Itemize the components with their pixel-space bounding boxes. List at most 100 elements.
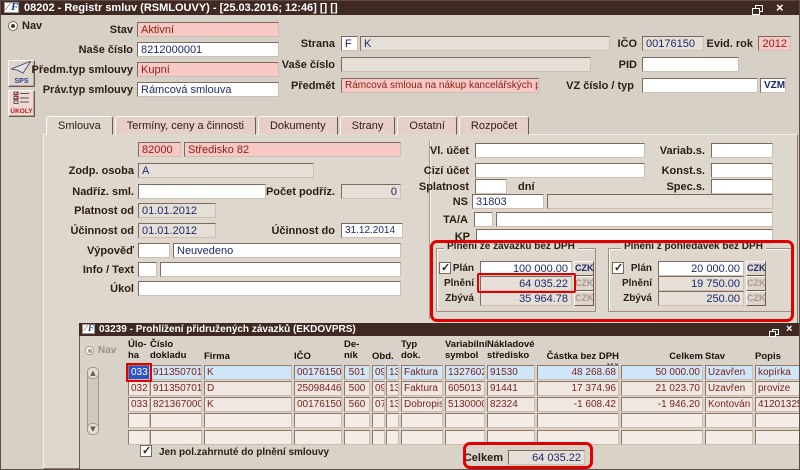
- tab-strany[interactable]: Strany: [340, 116, 396, 135]
- cell-popis[interactable]: 4120132536: [755, 397, 800, 412]
- celkem-total-field[interactable]: 64 035.22: [508, 450, 585, 465]
- cell-ns[interactable]: [487, 430, 535, 445]
- cell-uloha[interactable]: 033: [128, 397, 150, 412]
- restore-icon[interactable]: [752, 3, 764, 21]
- cell-cislo[interactable]: 9113507014: [150, 381, 202, 396]
- cell-obd2[interactable]: 13: [386, 365, 399, 380]
- tab-ostatni[interactable]: Ostatní: [397, 116, 456, 135]
- cizi-ucet-field[interactable]: [475, 163, 645, 178]
- tab-rozpocet[interactable]: Rozpočet: [459, 116, 529, 135]
- ns-code-field[interactable]: 31803: [472, 194, 544, 209]
- zodpovida-ns-code-field[interactable]: 82000: [138, 142, 181, 157]
- pocet-podriz-field[interactable]: 0: [341, 184, 401, 199]
- platnost-od-field[interactable]: 01.01.2012: [138, 203, 216, 218]
- predm-typ-field[interactable]: Kupní: [137, 62, 279, 77]
- evid-rok-field[interactable]: 2012: [758, 36, 791, 51]
- zodpovida-ns-name-field[interactable]: Středisko 82: [184, 142, 401, 157]
- scroll-down-icon[interactable]: ▼: [87, 423, 99, 435]
- jen-pol-checkbox[interactable]: ✓: [140, 445, 152, 457]
- subwindow-restore-icon[interactable]: [769, 325, 779, 343]
- subwindow-close-icon[interactable]: ×: [786, 323, 792, 335]
- cell-firma[interactable]: K: [204, 397, 292, 412]
- nase-cislo-field[interactable]: 8212000001: [137, 42, 279, 57]
- cell-stav[interactable]: Uzavřen: [705, 365, 753, 380]
- cell-celkem[interactable]: [621, 430, 703, 445]
- cell-denik[interactable]: 501: [344, 365, 370, 380]
- prav-typ-field[interactable]: Rámcová smlouva: [137, 82, 279, 97]
- subwindow-nav-radio[interactable]: [85, 346, 94, 355]
- plan-pohledavky-currency[interactable]: CZK: [746, 261, 766, 276]
- cell-firma[interactable]: D: [204, 381, 292, 396]
- cell-denik[interactable]: [344, 430, 370, 445]
- plan-zavazky-currency[interactable]: CZK: [574, 261, 594, 276]
- cell-cislo[interactable]: [150, 430, 202, 445]
- cell-castka[interactable]: -1 608.42: [537, 397, 619, 412]
- ns-name-field[interactable]: [547, 194, 773, 209]
- cell-obd1[interactable]: 07: [372, 397, 385, 412]
- cell-ico[interactable]: 25098446: [294, 381, 342, 396]
- cell-firma[interactable]: [204, 430, 292, 445]
- cell-firma[interactable]: [204, 413, 292, 428]
- cell-popis[interactable]: [755, 430, 800, 445]
- cell-ico[interactable]: [294, 430, 342, 445]
- cell-typ[interactable]: [401, 413, 443, 428]
- strana-field-1[interactable]: F: [341, 36, 358, 51]
- predmet-field[interactable]: Rámcová smloua na nákup kancelářských po…: [341, 78, 539, 93]
- cell-uloha[interactable]: 033: [128, 365, 150, 380]
- cell-popis[interactable]: [755, 413, 800, 428]
- cell-stav[interactable]: [705, 413, 753, 428]
- cell-denik[interactable]: 560: [344, 397, 370, 412]
- close-icon[interactable]: ×: [776, 2, 784, 14]
- cell-obd2[interactable]: 13: [386, 381, 399, 396]
- tab-terminy[interactable]: Termíny, ceny a činnosti: [115, 116, 256, 135]
- cell-ico[interactable]: [294, 413, 342, 428]
- ukol-field[interactable]: [138, 281, 401, 296]
- cell-castka[interactable]: [537, 430, 619, 445]
- cell-vs[interactable]: 5130000590: [445, 397, 485, 412]
- cell-ico[interactable]: 00176150: [294, 397, 342, 412]
- cell-celkem[interactable]: 50 000.00: [621, 365, 703, 380]
- plan-pohledavky-field[interactable]: 20 000.00: [658, 261, 744, 276]
- cell-vs[interactable]: [445, 430, 485, 445]
- spec-s-field[interactable]: [711, 179, 773, 194]
- cell-firma[interactable]: K: [204, 365, 292, 380]
- cell-cislo[interactable]: [150, 413, 202, 428]
- cell-vs[interactable]: 1327602: [445, 365, 485, 380]
- cell-typ[interactable]: Faktura: [401, 381, 443, 396]
- plneni-pohledavky-field[interactable]: 19 750.00: [658, 276, 744, 291]
- plneni-zavazky-field[interactable]: 64 035.22: [480, 276, 572, 291]
- cell-typ[interactable]: [401, 430, 443, 445]
- cell-ns[interactable]: 91441: [487, 381, 535, 396]
- taa-text-field[interactable]: [496, 212, 773, 227]
- cell-ico[interactable]: 00176150: [294, 365, 342, 380]
- cell-castka[interactable]: 48 268.68: [537, 365, 619, 380]
- pid-field[interactable]: [642, 57, 739, 72]
- vypoved-code-field[interactable]: [138, 243, 170, 258]
- cell-stav[interactable]: Kontován: [705, 397, 753, 412]
- cell-vs[interactable]: [445, 413, 485, 428]
- cell-uloha[interactable]: 032: [128, 381, 150, 396]
- cell-celkem[interactable]: -1 946.20: [621, 397, 703, 412]
- strana-field-2[interactable]: K: [360, 36, 610, 51]
- zbyva-zavazky-field[interactable]: 35 964.78: [480, 291, 572, 306]
- scroll-up-icon[interactable]: ▲: [87, 367, 99, 379]
- cell-obd2[interactable]: 13: [386, 397, 399, 412]
- cell-stav[interactable]: Uzavřen: [705, 381, 753, 396]
- stav-field[interactable]: Aktivní: [137, 22, 279, 37]
- nav-radio[interactable]: [8, 21, 18, 31]
- cell-typ[interactable]: Faktura: [401, 365, 443, 380]
- info-text-field[interactable]: [160, 262, 401, 277]
- cell-denik[interactable]: [344, 413, 370, 428]
- info-code-field[interactable]: [138, 262, 157, 277]
- cell-obd2[interactable]: [386, 430, 399, 445]
- vz-cislo-field[interactable]: [642, 78, 758, 93]
- vase-cislo-field[interactable]: [341, 57, 591, 72]
- cell-obd1[interactable]: 09: [372, 381, 385, 396]
- cell-cislo[interactable]: 8213670002: [150, 397, 202, 412]
- cell-ns[interactable]: [487, 413, 535, 428]
- cell-obd1[interactable]: [372, 413, 385, 428]
- cell-cislo[interactable]: 9113507012: [150, 365, 202, 380]
- cell-celkem[interactable]: 21 023.70: [621, 381, 703, 396]
- cell-uloha[interactable]: [128, 413, 150, 428]
- cell-castka[interactable]: 17 374.96: [537, 381, 619, 396]
